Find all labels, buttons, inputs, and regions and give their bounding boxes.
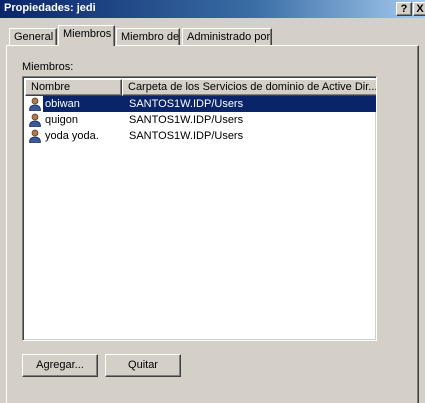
window-title: Propiedades: jedi bbox=[4, 2, 96, 14]
members-list[interactable]: Nombre Carpeta de los Servicios de domin… bbox=[22, 76, 377, 341]
user-icon bbox=[29, 113, 41, 127]
member-name: yoda yoda. bbox=[45, 130, 99, 142]
list-item[interactable]: yoda yoda. SANTOS1W.IDP/Users bbox=[25, 128, 376, 144]
column-header-folder[interactable]: Carpeta de los Servicios de dominio de A… bbox=[122, 79, 376, 96]
tab-administrado-por[interactable]: Administrado por bbox=[182, 28, 272, 46]
add-button[interactable]: Agregar... bbox=[22, 354, 98, 377]
tab-miembro-de-label: Miembro de bbox=[121, 31, 180, 43]
member-folder: SANTOS1W.IDP/Users bbox=[129, 130, 244, 142]
member-folder: SANTOS1W.IDP/Users bbox=[129, 98, 244, 110]
title-bar[interactable]: Propiedades: jedi ? X bbox=[0, 0, 425, 18]
tab-administrado-por-label: Administrado por bbox=[187, 31, 271, 43]
tab-miembro-de[interactable]: Miembro de bbox=[116, 28, 180, 46]
member-name: quigon bbox=[45, 114, 79, 126]
list-item[interactable]: obiwan SANTOS1W.IDP/Users bbox=[25, 96, 376, 112]
member-name: obiwan bbox=[45, 98, 80, 110]
tab-miembros[interactable]: Miembros bbox=[58, 25, 115, 46]
list-header: Nombre Carpeta de los Servicios de domin… bbox=[25, 79, 376, 96]
close-button[interactable]: X bbox=[413, 2, 425, 16]
remove-button[interactable]: Quitar bbox=[105, 354, 181, 377]
column-header-name[interactable]: Nombre bbox=[25, 79, 122, 96]
tab-miembros-label: Miembros bbox=[63, 28, 112, 40]
member-folder: SANTOS1W.IDP/Users bbox=[129, 114, 244, 126]
list-item[interactable]: quigon SANTOS1W.IDP/Users bbox=[25, 112, 376, 128]
help-button[interactable]: ? bbox=[396, 2, 412, 16]
user-icon bbox=[29, 129, 41, 143]
members-label: Miembros: bbox=[22, 61, 74, 73]
user-icon bbox=[29, 97, 41, 111]
tab-general-label: General bbox=[14, 31, 54, 43]
tab-general[interactable]: General bbox=[9, 28, 57, 46]
